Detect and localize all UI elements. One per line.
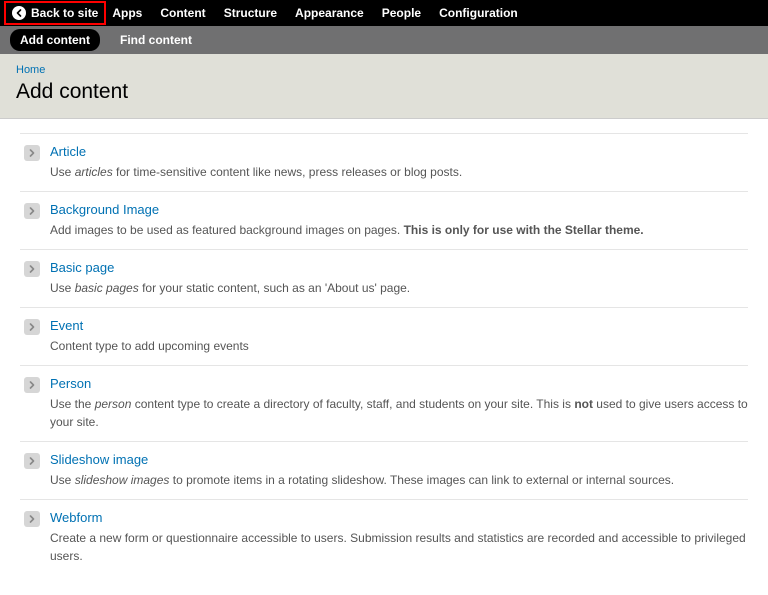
content-type-description: Use the person content type to create a … [50, 395, 748, 431]
content-type-body: Person Use the person content type to cre… [50, 376, 748, 431]
content-type-body: Background Image Add images to be used as… [50, 202, 748, 239]
admin-menu-item-configuration[interactable]: Configuration [439, 6, 518, 20]
content-type-body: Basic page Use basic pages for your stati… [50, 260, 748, 297]
content-type-description: Use basic pages for your static content,… [50, 279, 748, 297]
content-type-title-link[interactable]: Article [50, 144, 748, 159]
admin-menu: Apps Content Structure Appearance People… [112, 6, 517, 20]
content-type-title-link[interactable]: Event [50, 318, 748, 333]
admin-menu-item-people[interactable]: People [382, 6, 421, 20]
content-type-item: Article Use articles for time-sensitive c… [20, 133, 748, 191]
content-type-title-link[interactable]: Basic page [50, 260, 748, 275]
content-type-item: Event Content type to add upcoming events [20, 307, 748, 365]
content-type-title-link[interactable]: Person [50, 376, 748, 391]
content-type-item: Person Use the person content type to cre… [20, 365, 748, 441]
admin-menu-item-structure[interactable]: Structure [224, 6, 277, 20]
tab-add-content[interactable]: Add content [10, 29, 100, 51]
content-type-description: Use slideshow images to promote items in… [50, 471, 748, 489]
content-header: Home Add content [0, 54, 768, 119]
content-type-item: Webform Create a new form or questionnair… [20, 499, 748, 575]
admin-menu-item-apps[interactable]: Apps [112, 6, 142, 20]
content-type-title-link[interactable]: Webform [50, 510, 748, 525]
content-type-title-link[interactable]: Background Image [50, 202, 748, 217]
admin-menu-item-appearance[interactable]: Appearance [295, 6, 364, 20]
content-type-body: Article Use articles for time-sensitive c… [50, 144, 748, 181]
tab-find-content[interactable]: Find content [110, 29, 202, 51]
admin-toolbar: Back to site Apps Content Structure Appe… [0, 0, 768, 26]
content-type-description: Content type to add upcoming events [50, 337, 748, 355]
content-type-description: Add images to be used as featured backgr… [50, 221, 748, 239]
content-type-item: Slideshow image Use slideshow images to p… [20, 441, 748, 499]
chevron-right-icon [24, 319, 40, 335]
content-type-body: Webform Create a new form or questionnair… [50, 510, 748, 565]
chevron-right-icon [24, 453, 40, 469]
back-to-site-button[interactable]: Back to site [4, 1, 106, 25]
content-type-body: Event Content type to add upcoming events [50, 318, 748, 355]
back-arrow-icon [12, 6, 26, 20]
page-title: Add content [16, 80, 752, 104]
content-type-description: Create a new form or questionnaire acces… [50, 529, 748, 565]
secondary-toolbar: Add content Find content [0, 26, 768, 54]
chevron-right-icon [24, 145, 40, 161]
content-type-title-link[interactable]: Slideshow image [50, 452, 748, 467]
content-type-item: Basic page Use basic pages for your stati… [20, 249, 748, 307]
chevron-right-icon [24, 377, 40, 393]
content-type-item: Background Image Add images to be used as… [20, 191, 748, 249]
chevron-right-icon [24, 261, 40, 277]
content-type-description: Use articles for time-sensitive content … [50, 163, 748, 181]
breadcrumb[interactable]: Home [16, 64, 752, 76]
admin-menu-item-content[interactable]: Content [160, 6, 205, 20]
chevron-right-icon [24, 511, 40, 527]
back-to-site-label: Back to site [31, 6, 98, 20]
content-type-body: Slideshow image Use slideshow images to p… [50, 452, 748, 489]
chevron-right-icon [24, 203, 40, 219]
content-type-list: Article Use articles for time-sensitive c… [0, 119, 768, 595]
